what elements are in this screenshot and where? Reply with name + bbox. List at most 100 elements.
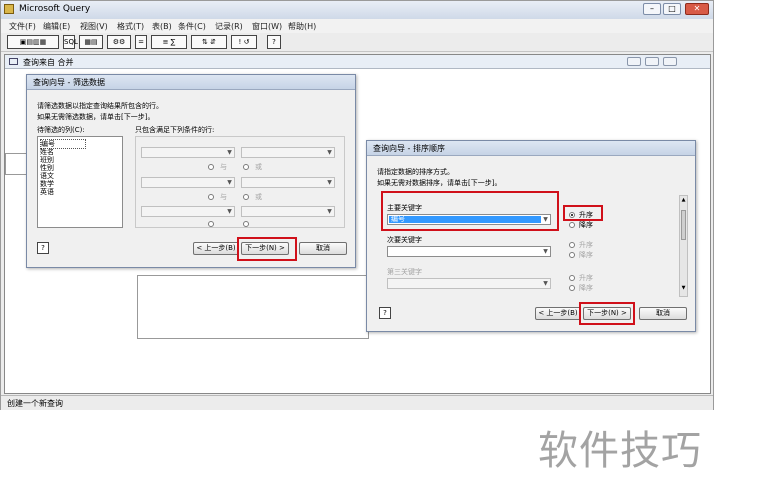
query-restore-icon[interactable] (645, 57, 659, 66)
query-window-titlebar: 查询来自 合并 (5, 55, 710, 69)
menu-bar: 文件(F) 编辑(E) 视图(V) 格式(T) 表(B) 条件(C) 记录(R)… (1, 19, 713, 33)
menu-file[interactable]: 文件(F) (9, 21, 36, 32)
condition-operator-3[interactable]: ▼ (141, 206, 235, 217)
help-icon[interactable]: ? (267, 35, 281, 49)
highlight-box (579, 302, 635, 325)
chevron-down-icon: ▼ (543, 248, 548, 255)
descending-radio-2[interactable] (569, 252, 575, 258)
table-tools-icon[interactable]: ▦▤ (79, 35, 103, 49)
maximize-icon[interactable]: □ (663, 3, 681, 15)
descending-label-3: 降序 (579, 284, 593, 292)
sort-instruction-1: 请指定数据的排序方式。 (377, 168, 454, 176)
highlight-box (381, 191, 559, 231)
help-icon[interactable]: ? (37, 242, 49, 254)
and-label-2: 与 (220, 193, 227, 201)
sort-icon[interactable]: ⇅ ⇵ (191, 35, 227, 49)
close-icon[interactable]: ✕ (685, 3, 709, 15)
scroll-up-icon[interactable]: ▲ (681, 197, 686, 207)
toolbar: ▣▤▥▦ SQL ▦▤ ⚙⚙ = ≡ ∑ ⇅ ⇵ ! ↺ ? (1, 33, 713, 52)
filter-instruction-2: 如果无需筛选数据，请单击[下一步]。 (37, 113, 155, 121)
scroll-down-icon[interactable]: ▼ (681, 285, 686, 295)
chevron-down-icon: ▼ (327, 208, 332, 215)
query-window-icon (9, 58, 18, 65)
chevron-down-icon: ▼ (543, 280, 548, 287)
title-bar: Microsoft Query – □ ✕ (1, 1, 713, 19)
query-close-icon[interactable] (663, 57, 677, 66)
or-label-1: 或 (255, 163, 262, 171)
criteria-tools-icon[interactable]: ⚙⚙ (107, 35, 131, 49)
sort-dialog-title: 查询向导 - 排序顺序 (373, 144, 445, 153)
descending-radio-3[interactable] (569, 285, 575, 291)
list-item[interactable]: 英语 (40, 188, 54, 196)
and-radio-1[interactable] (208, 164, 214, 170)
descending-radio-1[interactable] (569, 222, 575, 228)
ascending-radio-3[interactable] (569, 275, 575, 281)
ascending-label-2: 升序 (579, 241, 593, 249)
or-radio-1[interactable] (243, 164, 249, 170)
filter-dialog-title: 查询向导 - 筛选数据 (33, 78, 105, 87)
or-radio-2[interactable] (243, 194, 249, 200)
sort-dialog: 查询向导 - 排序顺序 请指定数据的排序方式。 如果无需对数据排序，请单击[下一… (366, 140, 696, 332)
and-radio-2[interactable] (208, 194, 214, 200)
table-pane-fragment (5, 153, 27, 175)
file-tools-icon[interactable]: ▣▤▥▦ (7, 35, 59, 49)
app-icon (4, 4, 14, 14)
help-icon[interactable]: ? (379, 307, 391, 319)
filter-dialog: 查询向导 - 筛选数据 请筛选数据以指定查询结果所包含的行。 如果无需筛选数据，… (26, 74, 356, 268)
condition-value-1[interactable]: ▼ (241, 147, 335, 158)
secondary-key-label: 次要关键字 (387, 236, 422, 244)
columns-list[interactable]: 编号 姓名 班别 性别 语文 数学 英语 (37, 136, 123, 228)
totals-icon[interactable]: ≡ ∑ (151, 35, 187, 49)
menu-table[interactable]: 表(B) (152, 21, 172, 32)
chevron-down-icon: ▼ (227, 179, 232, 186)
list-item[interactable]: 班别 (40, 156, 54, 164)
criteria-equals-icon[interactable]: = (135, 35, 147, 49)
ascending-radio-2[interactable] (569, 242, 575, 248)
or-label-2: 或 (255, 193, 262, 201)
descending-label-2: 降序 (579, 251, 593, 259)
menu-format[interactable]: 格式(T) (117, 21, 144, 32)
status-bar: 创建一个新查询 (1, 395, 713, 410)
menu-edit[interactable]: 编辑(E) (43, 21, 70, 32)
menu-records[interactable]: 记录(R) (215, 21, 243, 32)
list-item[interactable]: 语文 (40, 172, 54, 180)
menu-window[interactable]: 窗口(W) (252, 21, 282, 32)
and-radio-3[interactable] (208, 221, 214, 227)
condition-value-2[interactable]: ▼ (241, 177, 335, 188)
third-key-select[interactable]: ▼ (387, 278, 551, 289)
cancel-button[interactable]: 取消 (639, 307, 687, 320)
highlight-box (237, 237, 297, 261)
data-pane (137, 275, 369, 339)
condition-value-3[interactable]: ▼ (241, 206, 335, 217)
chevron-down-icon: ▼ (327, 179, 332, 186)
scrollbar[interactable]: ▲ ▼ (679, 195, 688, 297)
scrollbar-thumb[interactable] (681, 210, 686, 240)
chevron-down-icon: ▼ (227, 208, 232, 215)
descending-label-1: 降序 (579, 221, 593, 229)
menu-view[interactable]: 视图(V) (80, 21, 108, 32)
sort-dialog-titlebar: 查询向导 - 排序顺序 (367, 141, 695, 156)
filter-instruction-1: 请筛选数据以指定查询结果所包含的行。 (37, 102, 163, 110)
sql-button[interactable]: SQL (63, 35, 78, 49)
list-item[interactable]: 数学 (40, 180, 54, 188)
chevron-down-icon: ▼ (327, 149, 332, 156)
or-radio-3[interactable] (243, 221, 249, 227)
menu-help[interactable]: 帮助(H) (288, 21, 316, 32)
condition-operator-2[interactable]: ▼ (141, 177, 235, 188)
back-button[interactable]: < 上一步(B) (193, 242, 239, 255)
menu-criteria[interactable]: 条件(C) (178, 21, 206, 32)
secondary-key-select[interactable]: ▼ (387, 246, 551, 257)
condition-operator-1[interactable]: ▼ (141, 147, 235, 158)
and-label-1: 与 (220, 163, 227, 171)
list-item[interactable]: 姓名 (40, 148, 54, 156)
cancel-button[interactable]: 取消 (299, 242, 347, 255)
back-button[interactable]: < 上一步(B) (535, 307, 581, 320)
query-now-icon[interactable]: ! ↺ (231, 35, 257, 49)
filter-dialog-titlebar: 查询向导 - 筛选数据 (27, 75, 355, 90)
query-minimize-icon[interactable] (627, 57, 641, 66)
list-item[interactable]: 性别 (40, 164, 54, 172)
columns-label: 待筛选的列(C): (37, 126, 85, 134)
minimize-icon[interactable]: – (643, 3, 661, 15)
conditions-label: 只包含满足下列条件的行: (135, 126, 215, 134)
app-title: Microsoft Query (19, 4, 91, 14)
